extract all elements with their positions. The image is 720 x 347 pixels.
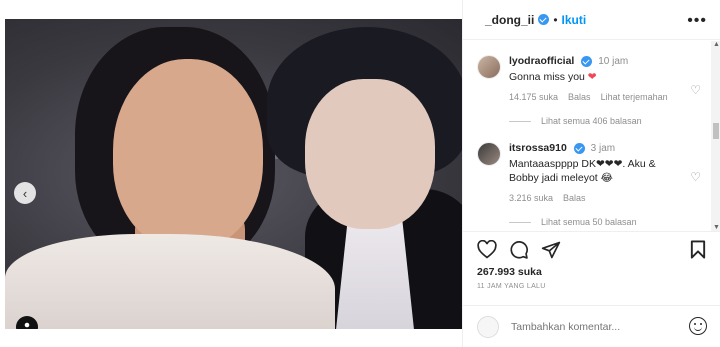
verified-badge-icon <box>581 55 593 67</box>
verified-badge-icon <box>538 14 550 25</box>
view-replies-label[interactable]: Lihat semua 50 balasan <box>541 217 637 227</box>
instagram-post: ‹ _dong_ii • Ikuti ••• lyodraofficial 10… <box>0 0 720 347</box>
scroll-thumb[interactable] <box>713 123 719 139</box>
comment-meta: 3.216 suka Balas <box>509 193 711 203</box>
add-comment-bar <box>463 305 720 347</box>
comment-input[interactable] <box>511 320 681 333</box>
commenter-avatar[interactable] <box>477 55 501 79</box>
comment-likes[interactable]: 14.175 suka <box>509 92 558 102</box>
scroll-down-arrow-icon[interactable]: ▼ <box>713 224 720 231</box>
replies-divider <box>509 221 531 223</box>
emoji-icon[interactable] <box>689 317 707 335</box>
post-header: _dong_ii • Ikuti ••• <box>463 0 720 40</box>
paper-plane-icon[interactable] <box>541 240 561 260</box>
red-heart-emoji: ❤ <box>587 71 597 83</box>
comment-likes[interactable]: 3.216 suka <box>509 193 553 203</box>
post-actions <box>463 231 720 267</box>
scroll-up-arrow-icon[interactable]: ▲ <box>713 41 720 48</box>
comment-meta: 14.175 suka Balas Lihat terjemahan <box>509 92 711 102</box>
post-side-panel: _dong_ii • Ikuti ••• lyodraofficial 10 j… <box>462 0 720 347</box>
carousel-prev-button[interactable]: ‹ <box>14 182 36 204</box>
comment-text: Gonna miss you ❤ <box>509 70 711 84</box>
comment-time[interactable]: 3 jam <box>591 143 615 154</box>
commenter-username[interactable]: itsrossa910 <box>509 142 567 154</box>
reply-button[interactable]: Balas <box>568 92 591 102</box>
commenter-username[interactable]: lyodraofficial <box>509 55 574 67</box>
photo-person-left-face <box>113 59 263 249</box>
view-replies-label[interactable]: Lihat semua 406 balasan <box>541 116 642 126</box>
more-horizontal-icon[interactable]: ••• <box>687 12 707 30</box>
heart-icon[interactable] <box>477 240 497 260</box>
verified-badge-icon <box>573 142 585 154</box>
likes-count[interactable]: 267.993 suka <box>477 266 542 278</box>
comment-header: itsrossa910 3 jam <box>509 142 711 155</box>
follow-button[interactable]: Ikuti <box>562 13 587 27</box>
current-user-avatar <box>477 315 499 338</box>
translate-button[interactable]: Lihat terjemahan <box>601 92 668 102</box>
user-icon <box>24 322 30 328</box>
author-username[interactable]: _dong_ii <box>485 13 534 27</box>
view-replies[interactable]: Lihat semua 406 balasan <box>509 116 711 126</box>
photo-person-right-face <box>305 79 435 229</box>
comment-like-heart-icon[interactable]: ♡ <box>690 83 701 97</box>
view-replies[interactable]: Lihat semua 50 balasan <box>509 217 711 227</box>
comment-like-heart-icon[interactable]: ♡ <box>690 170 701 184</box>
comment-header: lyodraofficial 10 jam <box>509 55 711 68</box>
chevron-left-icon: ‹ <box>22 185 28 201</box>
bookmark-icon[interactable] <box>690 240 706 264</box>
post-timestamp[interactable]: 11 JAM YANG LALU <box>477 283 546 290</box>
commenter-avatar[interactable] <box>477 142 501 166</box>
comment-text-body: Gonna miss you <box>509 71 585 83</box>
comments-scrollbar[interactable]: ▲ ▼ <box>711 41 720 231</box>
comment-item: lyodraofficial 10 jam Gonna miss you ❤ ♡… <box>463 55 711 126</box>
comment-text: Mantaaaspppp DK❤❤❤. Aku & Bobby jadi mel… <box>509 158 656 184</box>
reply-button[interactable]: Balas <box>563 193 586 203</box>
header-separator: • <box>553 12 558 27</box>
comment-item: itsrossa910 3 jam Mantaaaspppp DK❤❤❤. Ak… <box>463 142 711 227</box>
comment-time[interactable]: 10 jam <box>598 56 628 67</box>
comment-icon[interactable] <box>509 240 529 260</box>
post-photo[interactable]: ‹ <box>5 19 462 329</box>
replies-divider <box>509 120 531 122</box>
comments-list: lyodraofficial 10 jam Gonna miss you ❤ ♡… <box>463 41 711 231</box>
